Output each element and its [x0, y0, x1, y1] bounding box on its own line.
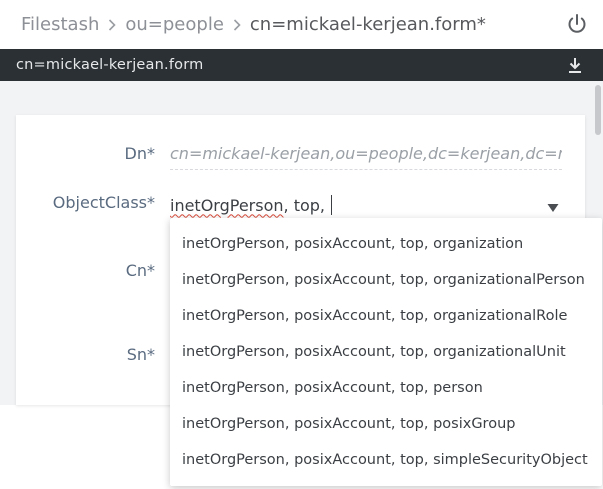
text-cursor: [331, 195, 333, 215]
objectclass-input[interactable]: inetOrgPerson, top,: [170, 192, 562, 220]
file-title-bar: cn=mickael-kerjean.form: [0, 49, 603, 81]
breadcrumb: Filestash ou=people cn=mickael-kerjean.f…: [0, 0, 603, 49]
dropdown-option[interactable]: inetOrgPerson, posixAccount, top, simple…: [170, 442, 602, 478]
objectclass-dropdown: inetOrgPerson, posixAccount, top, organi…: [170, 218, 602, 486]
dropdown-option[interactable]: inetOrgPerson, posixAccount, top, organi…: [170, 334, 602, 370]
dropdown-option[interactable]: inetOrgPerson, posixAccount, top, organi…: [170, 262, 602, 298]
objectclass-value-rest: , top,: [283, 195, 331, 215]
power-icon[interactable]: [565, 12, 589, 36]
dropdown-option[interactable]: inetOrgPerson, posixAccount, top, posixG…: [170, 406, 602, 442]
objectclass-value: inetOrgPerson, top,: [170, 196, 330, 215]
scrollbar[interactable]: [595, 85, 601, 135]
objectclass-label: ObjectClass*: [52, 193, 155, 212]
breadcrumb-item-current: cn=mickael-kerjean.form*: [249, 14, 486, 35]
objectclass-value-misspelled: inetOrgPerson: [170, 195, 284, 215]
caret-down-icon[interactable]: [547, 198, 559, 212]
chevron-right-icon: [233, 18, 241, 31]
cn-label: Cn*: [125, 261, 155, 280]
breadcrumb-item-root[interactable]: Filestash: [21, 14, 99, 35]
dn-label: Dn*: [124, 144, 155, 163]
app-window: Filestash ou=people cn=mickael-kerjean.f…: [0, 0, 603, 489]
dropdown-option[interactable]: inetOrgPerson, posixAccount, top, organi…: [170, 298, 602, 334]
breadcrumb-item-people[interactable]: ou=people: [125, 14, 224, 35]
dropdown-option[interactable]: inetOrgPerson, posixAccount, top, organi…: [170, 226, 602, 262]
file-title: cn=mickael-kerjean.form: [16, 57, 204, 73]
dropdown-option[interactable]: inetOrgPerson, posixAccount, top, person: [170, 370, 602, 406]
download-icon[interactable]: [565, 55, 585, 75]
chevron-right-icon: [108, 18, 117, 31]
sn-label: Sn*: [126, 345, 155, 364]
dn-field[interactable]: cn=mickael-kerjean,ou=people,dc=kerjean,…: [170, 144, 562, 170]
